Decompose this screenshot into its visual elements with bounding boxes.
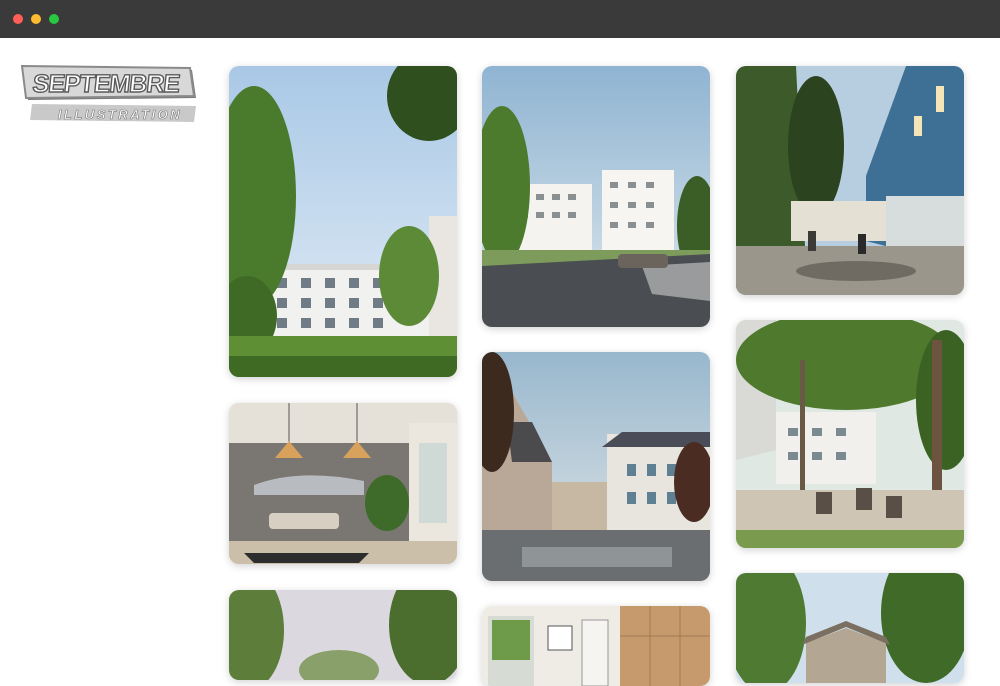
gallery-item[interactable] — [482, 352, 710, 581]
gallery-item[interactable] — [229, 66, 457, 377]
gallery-item[interactable] — [482, 66, 710, 327]
gallery-image — [229, 66, 457, 377]
window-titlebar — [0, 0, 1000, 38]
gallery-item[interactable] — [736, 320, 964, 548]
gallery-image — [482, 352, 710, 581]
gallery-image — [482, 606, 710, 686]
maximize-window-button[interactable] — [49, 14, 59, 24]
gallery-item[interactable] — [482, 606, 710, 686]
close-window-button[interactable] — [13, 14, 23, 24]
gallery-image — [736, 66, 964, 295]
minimize-window-button[interactable] — [31, 14, 41, 24]
gallery-image — [736, 573, 964, 683]
site-logo[interactable]: SEPTEMBRE ILLUSTRATION — [20, 64, 200, 128]
gallery-item[interactable] — [736, 573, 964, 683]
gallery-image — [229, 403, 457, 564]
gallery-item[interactable] — [229, 590, 457, 680]
gallery-image — [482, 66, 710, 327]
gallery-image — [736, 320, 964, 548]
logo-subtitle: ILLUSTRATION — [58, 107, 182, 122]
gallery-item[interactable] — [736, 66, 964, 295]
logo-title: SEPTEMBRE — [31, 70, 181, 98]
gallery-image — [229, 590, 457, 680]
gallery-item[interactable] — [229, 403, 457, 564]
